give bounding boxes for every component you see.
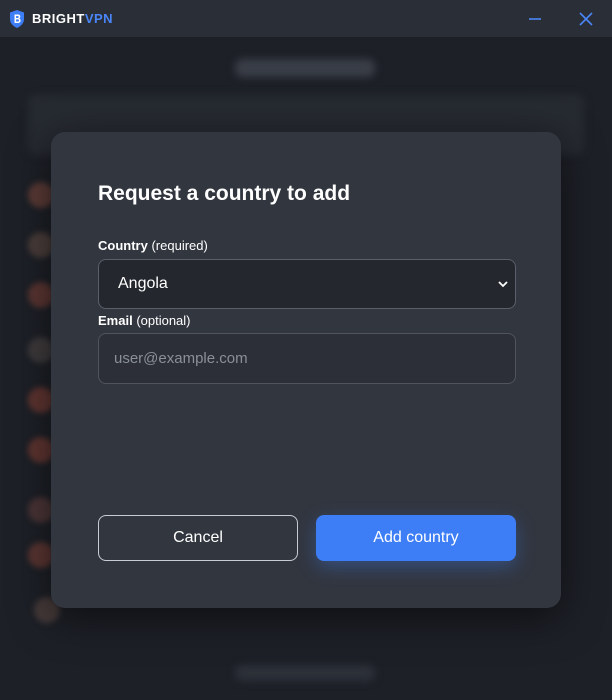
- add-country-button[interactable]: Add country: [316, 515, 516, 561]
- bg-heading-blur: [235, 59, 375, 77]
- country-select[interactable]: Angola: [98, 259, 516, 309]
- email-optional-hint: (optional): [136, 313, 191, 328]
- country-select-value: Angola: [118, 275, 168, 292]
- request-country-dialog: Request a country to add Country (requir…: [51, 132, 561, 608]
- country-label-text: Country: [98, 238, 148, 253]
- cancel-button[interactable]: Cancel: [98, 515, 298, 561]
- title-bar: BRIGHT VPN: [0, 0, 612, 37]
- country-field-label: Country (required): [98, 238, 208, 253]
- email-label-text: Email: [98, 313, 133, 328]
- email-input[interactable]: [98, 333, 516, 384]
- email-field-label: Email (optional): [98, 313, 191, 328]
- brand-name-vpn: VPN: [84, 11, 114, 26]
- minimize-icon: [529, 17, 541, 20]
- app-logo: BRIGHT VPN: [10, 9, 114, 28]
- shield-b-logo-icon: [10, 9, 24, 28]
- bg-footer-blur: [235, 665, 375, 681]
- minimize-button[interactable]: [512, 0, 558, 37]
- dialog-title: Request a country to add: [98, 182, 351, 205]
- close-icon: [579, 11, 593, 26]
- close-window-button[interactable]: [563, 0, 609, 37]
- chevron-down-icon: [498, 281, 508, 288]
- brand-name-bright: BRIGHT: [32, 11, 85, 26]
- country-required-hint: (required): [151, 238, 208, 253]
